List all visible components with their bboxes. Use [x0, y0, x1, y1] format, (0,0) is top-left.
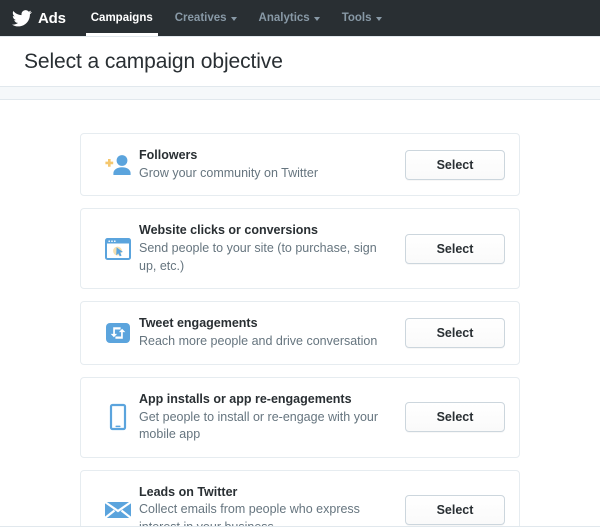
select-button-tweet-engagements[interactable]: Select: [405, 318, 505, 348]
objective-description: Get people to install or re-engage with …: [139, 409, 395, 444]
nav-item-creatives[interactable]: Creatives: [164, 0, 248, 36]
nav-item-tools[interactable]: Tools: [331, 0, 393, 36]
nav-item-analytics-label: Analytics: [259, 12, 310, 24]
brand-logo[interactable]: Ads: [12, 0, 80, 36]
nav-item-analytics[interactable]: Analytics: [248, 0, 331, 36]
objective-text-followers: Followers Grow your community on Twitter: [139, 147, 405, 182]
objective-description: Send people to your site (to purchase, s…: [139, 240, 395, 275]
objective-card-tweet-engagements[interactable]: Tweet engagements Reach more people and …: [80, 301, 520, 364]
nav-item-campaigns[interactable]: Campaigns: [80, 0, 164, 36]
nav-item-creatives-label: Creatives: [175, 12, 227, 24]
objective-card-leads[interactable]: Leads on Twitter Collect emails from peo…: [80, 470, 520, 527]
objective-card-website-clicks[interactable]: Website clicks or conversions Send peopl…: [80, 208, 520, 289]
app-installs-phone-icon: [97, 403, 139, 431]
objective-description: Reach more people and drive conversation: [139, 333, 395, 351]
objective-text-leads: Leads on Twitter Collect emails from peo…: [139, 484, 405, 527]
twitter-bird-icon: [12, 10, 32, 27]
brand-label: Ads: [38, 11, 66, 26]
page-title: Select a campaign objective: [24, 50, 283, 74]
page-header-panel: Select a campaign objective: [0, 36, 600, 87]
chevron-down-icon: [231, 17, 237, 21]
objective-text-tweet-engagements: Tweet engagements Reach more people and …: [139, 315, 405, 350]
main-content-panel: Followers Grow your community on Twitter…: [0, 99, 600, 527]
select-button-followers[interactable]: Select: [405, 150, 505, 180]
objective-title: Website clicks or conversions: [139, 222, 395, 239]
objective-title: App installs or app re-engagements: [139, 391, 395, 408]
objective-text-app-installs: App installs or app re-engagements Get p…: [139, 391, 405, 444]
select-button-website-clicks[interactable]: Select: [405, 234, 505, 264]
panel-gap: [0, 87, 600, 99]
website-clicks-browser-cursor-icon: [97, 237, 139, 261]
objective-title: Leads on Twitter: [139, 484, 395, 501]
objective-card-followers[interactable]: Followers Grow your community on Twitter…: [80, 133, 520, 196]
chevron-down-icon: [314, 17, 320, 21]
followers-person-plus-icon: [97, 152, 139, 178]
select-button-leads[interactable]: Select: [405, 495, 505, 525]
select-button-app-installs[interactable]: Select: [405, 402, 505, 432]
objective-text-website-clicks: Website clicks or conversions Send peopl…: [139, 222, 405, 275]
objective-card-app-installs[interactable]: App installs or app re-engagements Get p…: [80, 377, 520, 458]
tweet-engagements-retweet-icon: [97, 320, 139, 346]
nav-item-tools-label: Tools: [342, 12, 372, 24]
objective-title: Tweet engagements: [139, 315, 395, 332]
objective-description: Grow your community on Twitter: [139, 165, 395, 183]
nav-item-campaigns-label: Campaigns: [91, 12, 153, 24]
campaign-objective-list: Followers Grow your community on Twitter…: [80, 133, 520, 527]
chevron-down-icon: [376, 17, 382, 21]
objective-description: Collect emails from people who express i…: [139, 501, 395, 527]
leads-envelope-icon: [97, 499, 139, 521]
top-navigation-bar: Ads Campaigns Creatives Analytics Tools: [0, 0, 600, 36]
objective-title: Followers: [139, 147, 395, 164]
